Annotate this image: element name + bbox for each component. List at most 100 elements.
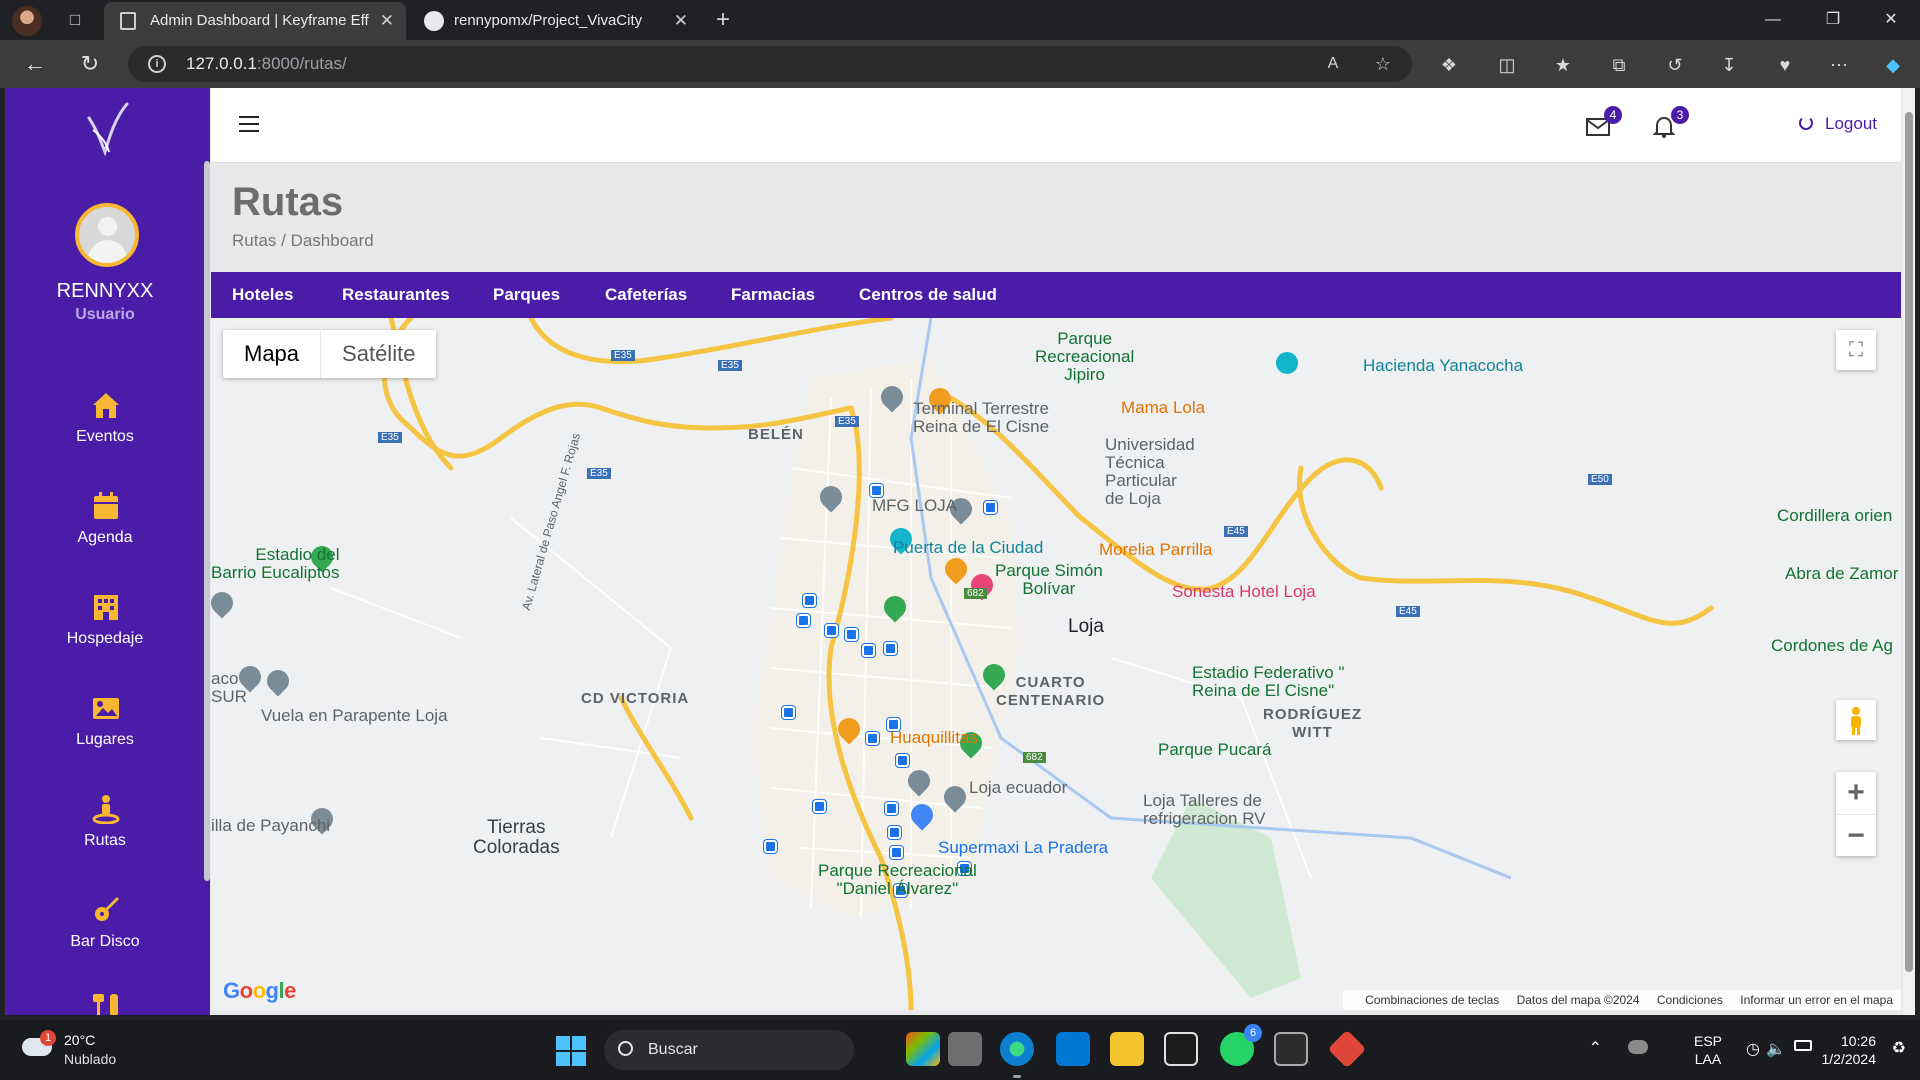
extensions-icon[interactable]: ❖ (1438, 54, 1460, 76)
bus-stop-icon[interactable] (797, 614, 810, 627)
taskbar-search[interactable]: Buscar (604, 1030, 854, 1070)
bus-stop-icon[interactable] (845, 628, 858, 641)
label-parque-simon-bolivar[interactable]: Parque Simón Bolívar (995, 562, 1103, 598)
tab-admin-dashboard[interactable]: Admin Dashboard | Keyframe Eff ✕ (104, 2, 406, 40)
sidebar-item-eventos[interactable]: Eventos (5, 390, 205, 466)
label-loja-ecuador[interactable]: Loja ecuador (969, 778, 1067, 798)
cmd-icon[interactable] (1274, 1032, 1308, 1066)
label-talleres[interactable]: Loja Talleres de refrigeracion RV (1143, 792, 1266, 828)
task-view-icon[interactable] (948, 1032, 982, 1066)
sidebar-item-lugares[interactable]: Lugares (5, 693, 205, 769)
git-icon[interactable] (1327, 1029, 1367, 1069)
bus-stop-icon[interactable] (813, 800, 826, 813)
close-tab-icon[interactable]: ✕ (674, 2, 688, 40)
map-type-map[interactable]: Mapa (223, 330, 322, 378)
map-type-satellite[interactable]: Satélite (321, 330, 436, 378)
scrollbar-thumb[interactable] (1905, 112, 1913, 972)
more-options-icon[interactable]: ⋯ (1828, 54, 1850, 76)
profile-avatar[interactable] (12, 6, 42, 36)
label-mfg-loja[interactable]: MFG LOJA (872, 496, 957, 516)
keyboard-shortcuts-link[interactable]: Combinaciones de teclas (1365, 993, 1499, 1007)
label-terminal[interactable]: Terminal Terrestre Reina de El Cisne (913, 400, 1049, 436)
map-canvas[interactable] (211, 318, 1901, 1010)
terminal-app-icon[interactable] (1164, 1032, 1198, 1066)
bus-stop-icon[interactable] (984, 501, 997, 514)
tab-actions-icon[interactable]: □ (62, 8, 88, 32)
label-parque-daniel-alvarez[interactable]: Parque Recreacional "Daniel Álvarez" (818, 862, 977, 898)
notifications-button[interactable]: 3 (1652, 106, 1689, 140)
label-estadio-federativo[interactable]: Estadio Federativo " Reina de El Cisne" (1192, 664, 1345, 700)
label-puerta-ciudad[interactable]: Puerta de la Ciudad (893, 538, 1043, 558)
label-morelia[interactable]: Morelia Parrilla (1099, 540, 1212, 560)
bus-stop-icon[interactable] (782, 706, 795, 719)
bus-stop-icon[interactable] (890, 846, 903, 859)
notification-bell-icon[interactable]: ♻ (1892, 1038, 1906, 1058)
messages-button[interactable]: 4 (1586, 106, 1622, 140)
bus-stop-icon[interactable] (885, 802, 898, 815)
windows-start-icon[interactable] (556, 1036, 586, 1066)
site-info-icon[interactable]: i (148, 55, 166, 73)
zoom-in-icon[interactable]: + (1836, 772, 1876, 814)
bus-stop-icon[interactable] (866, 732, 879, 745)
split-screen-icon[interactable]: ◫ (1496, 54, 1518, 76)
category-cafeterias[interactable]: Cafeterías (605, 272, 687, 318)
terms-link[interactable]: Condiciones (1657, 993, 1723, 1007)
zoom-out-icon[interactable]: − (1836, 814, 1876, 856)
restaurant-icon[interactable] (93, 994, 121, 1015)
report-error-link[interactable]: Informar un error en el mapa (1740, 993, 1893, 1007)
collections-icon[interactable]: ⧉ (1608, 54, 1630, 76)
category-centros-de-salud[interactable]: Centros de salud (859, 272, 997, 318)
sidebar-item-hospedaje[interactable]: Hospedaje (5, 592, 205, 668)
label-huaquillitas[interactable]: Huaquillitas (890, 728, 978, 748)
minimize-icon[interactable]: — (1748, 4, 1798, 36)
url-input[interactable]: i 127.0.0.1:8000/rutas/ A ☆ (128, 46, 1412, 82)
label-supermaxi[interactable]: Supermaxi La Pradera (938, 838, 1108, 858)
show-hidden-icons-chevron[interactable]: ⌃ (1589, 1038, 1602, 1058)
bus-stop-icon[interactable] (764, 840, 777, 853)
label-parque-jipiro[interactable]: Parque Recreacional Jipiro (1035, 330, 1134, 384)
file-explorer-icon[interactable] (1110, 1032, 1144, 1066)
copilot-app-icon[interactable] (906, 1032, 940, 1066)
new-tab-icon[interactable]: + (710, 8, 736, 32)
wifi-icon[interactable]: ◷ (1746, 1039, 1760, 1059)
logout-button[interactable]: Logout (1799, 114, 1877, 134)
label-mama-lola[interactable]: Mama Lola (1121, 398, 1205, 418)
label-utpl[interactable]: Universidad Técnica Particular de Loja (1105, 436, 1195, 508)
bus-stop-icon[interactable] (825, 624, 838, 637)
vivacity-logo[interactable] (83, 100, 133, 156)
category-restaurantes[interactable]: Restaurantes (342, 272, 450, 318)
downloads-icon[interactable]: ↧ (1718, 54, 1740, 76)
close-tab-icon[interactable]: ✕ (380, 2, 394, 40)
clock[interactable]: 10:26 1/2/2024 (1822, 1032, 1877, 1068)
sidebar-item-bar-disco[interactable]: Bar Disco (5, 895, 205, 971)
category-farmacias[interactable]: Farmacias (731, 272, 815, 318)
tab-github[interactable]: rennypomx/Project_VivaCity ✕ (408, 2, 700, 40)
sidebar-scrollbar[interactable] (204, 161, 210, 881)
page-scrollbar[interactable] (1903, 88, 1915, 1015)
label-hacienda-yanacocha[interactable]: Hacienda Yanacocha (1363, 356, 1523, 376)
whatsapp-icon[interactable]: 6 (1220, 1024, 1262, 1066)
bus-stop-icon[interactable] (884, 642, 897, 655)
edge-browser-icon[interactable] (1000, 1032, 1034, 1066)
copilot-icon[interactable]: ◆ (1882, 54, 1904, 76)
avatar[interactable] (75, 203, 139, 267)
history-icon[interactable]: ↺ (1664, 54, 1686, 76)
fullscreen-icon[interactable]: ⛶ (1836, 330, 1876, 370)
bus-stop-icon[interactable] (888, 826, 901, 839)
sidebar-item-agenda[interactable]: Agenda (5, 491, 205, 567)
language-indicator[interactable]: ESP LAA (1694, 1032, 1722, 1068)
reload-icon[interactable]: ↻ (75, 50, 105, 78)
label-parapente[interactable]: Vuela en Parapente Loja (261, 706, 448, 726)
performance-icon[interactable]: ♥ (1774, 54, 1796, 76)
google-logo[interactable]: Google (223, 978, 296, 1004)
bus-stop-icon[interactable] (862, 644, 875, 657)
label-estadio-barrio[interactable]: Estadio del Barrio Eucaliptos (211, 546, 340, 582)
favorite-star-icon[interactable]: ☆ (1372, 53, 1394, 75)
category-hoteles[interactable]: Hoteles (232, 272, 293, 318)
menu-toggle-icon[interactable] (239, 116, 259, 132)
bus-stop-icon[interactable] (896, 754, 909, 767)
close-window-icon[interactable]: ✕ (1866, 4, 1916, 36)
google-map[interactable]: Mapa Satélite ⛶ + − E35 E35 E35 E35 E35 … (211, 318, 1901, 1010)
label-parque-pucara[interactable]: Parque Pucará (1158, 740, 1271, 760)
onedrive-icon[interactable] (1628, 1040, 1648, 1054)
